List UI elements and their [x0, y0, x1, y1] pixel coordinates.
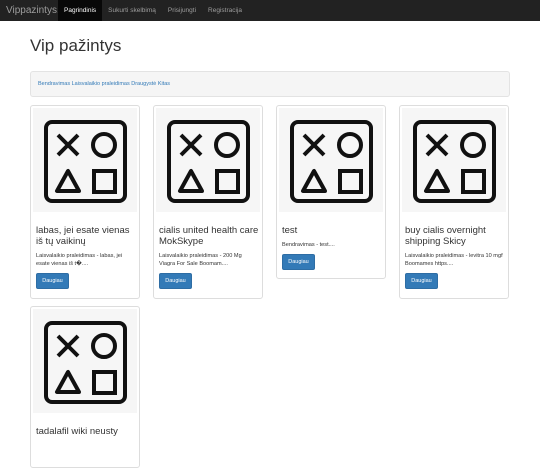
listing-excerpt: Bendravimas - test.... [282, 242, 335, 248]
listing-image[interactable] [33, 309, 137, 413]
category-bar: Bendravimas Laisvalaikio praleidimas Dra… [30, 71, 510, 97]
placeholder-shapes-icon [413, 120, 496, 203]
more-button[interactable]: Daugiau [405, 273, 438, 289]
listing-title[interactable]: buy cialis overnight shipping Skicy [405, 225, 505, 247]
page-title: Vip pažintys [30, 36, 122, 55]
listing-image[interactable] [156, 108, 260, 212]
listing-image[interactable] [33, 108, 137, 212]
listing-title[interactable]: test [282, 225, 382, 236]
category-links[interactable]: Bendravimas Laisvalaikio praleidimas Dra… [38, 72, 170, 96]
nav-item-pagrindinis[interactable]: Pagrindinis [58, 0, 103, 21]
nav-item-prisijungti[interactable]: Prisijungti [162, 0, 202, 21]
listing-card: labas, jei esate vienas iš tų vaikinų La… [30, 105, 140, 299]
main-nav: Pagrindinis Sukurti skelbimą Prisijungti… [58, 0, 248, 21]
listing-excerpt: Laisvalaikio praleidimas - levitra 10 mg… [405, 253, 503, 267]
more-button[interactable]: Daugiau [159, 273, 192, 289]
listing-card: tadalafil wiki neusty [30, 306, 140, 468]
listing-image[interactable] [402, 108, 506, 212]
listing-image[interactable] [279, 108, 383, 212]
site-brand[interactable]: Vippazintys.lt [6, 0, 65, 21]
listing-title[interactable]: labas, jei esate vienas iš tų vaikinų [36, 225, 136, 247]
listing-excerpt: Laisvalaikio praleidimas - labas, jei es… [36, 253, 123, 267]
listing-title[interactable]: cialis united health care MokSkype [159, 225, 259, 247]
placeholder-shapes-icon [44, 120, 127, 203]
listing-excerpt: Laisvalaikio praleidimas - 200 Mg Viagra… [159, 253, 242, 267]
more-button[interactable]: Daugiau [282, 254, 315, 270]
more-button[interactable]: Daugiau [36, 273, 69, 289]
placeholder-shapes-icon [167, 120, 250, 203]
top-navbar: Vippazintys.lt Pagrindinis Sukurti skelb… [0, 0, 540, 21]
nav-item-sukurti-skelbima[interactable]: Sukurti skelbimą [102, 0, 162, 21]
nav-item-registracija[interactable]: Registracija [202, 0, 248, 21]
listing-card: test Bendravimas - test.... Daugiau [276, 105, 386, 279]
listing-card: cialis united health care MokSkype Laisv… [153, 105, 263, 299]
listing-card: buy cialis overnight shipping Skicy Lais… [399, 105, 509, 299]
placeholder-shapes-icon [44, 321, 127, 404]
placeholder-shapes-icon [290, 120, 373, 203]
